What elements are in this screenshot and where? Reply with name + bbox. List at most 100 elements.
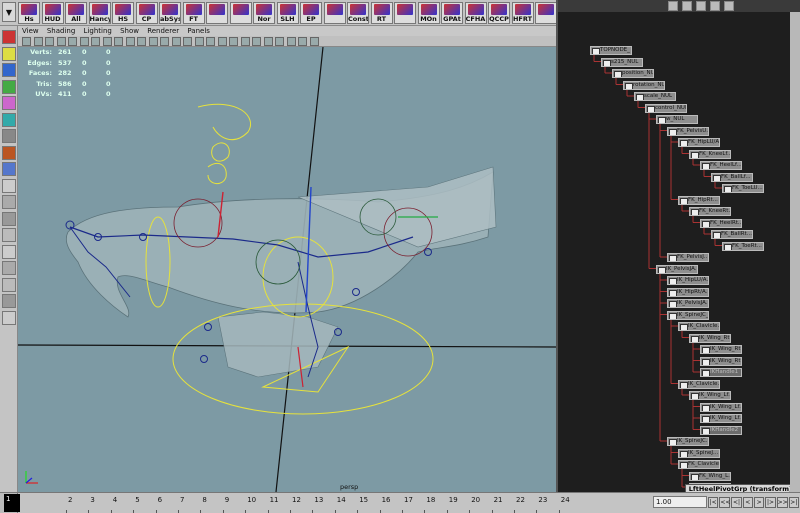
- hypergraph-node[interactable]: IK_Wing_Lf...: [700, 414, 742, 423]
- hypergraph-node[interactable]: IK_SpineJ...: [678, 448, 720, 458]
- tool-icon-5[interactable]: [2, 112, 16, 127]
- panel-tool-icon-21[interactable]: [263, 37, 273, 46]
- shelf-button-19[interactable]: CFHA: [464, 2, 487, 24]
- hypergraph-node[interactable]: IK_SpineJC...: [667, 437, 709, 446]
- menu-renderer[interactable]: Renderer: [147, 27, 179, 35]
- hypergraph-node[interactable]: FK_HipRt...: [678, 195, 720, 205]
- panel-tool-icon-3[interactable]: [56, 37, 66, 46]
- shelf-button-13[interactable]: [323, 2, 346, 24]
- shelf-button-1[interactable]: HUD: [41, 2, 64, 24]
- hypergraph-node[interactable]: FK_HipLU/A...: [678, 138, 720, 147]
- hypergraph-node[interactable]: IKHandle2: [700, 425, 742, 435]
- menu-shading[interactable]: Shading: [47, 27, 75, 35]
- shelf-button-6[interactable]: abSys: [159, 2, 181, 24]
- panel-tool-icon-24[interactable]: [298, 37, 307, 46]
- hypergraph-node[interactable]: s215_NUL: [601, 57, 643, 67]
- panel-tool-icon-7[interactable]: [102, 37, 112, 46]
- shelf-button-20[interactable]: QCCP: [488, 2, 510, 24]
- playback-button-4[interactable]: >: [753, 497, 765, 508]
- playback-button-2[interactable]: <|: [731, 497, 742, 508]
- perspective-viewport[interactable]: Verts: 261 0 0 Edges: 537 0 0 Faces: 282…: [18, 47, 556, 492]
- tool-icon-13[interactable]: [2, 244, 16, 259]
- tool-icon-15[interactable]: [2, 277, 16, 292]
- playback-button-3[interactable]: <: [742, 497, 753, 508]
- panel-tool-icon-16[interactable]: [206, 37, 215, 46]
- shelf-button-12[interactable]: EP: [300, 2, 322, 24]
- hypergraph-node[interactable]: IK_Wing_Rt...: [700, 356, 742, 366]
- hypergraph-node[interactable]: IK_Wing_Lf...: [689, 391, 731, 400]
- hypergraph-node[interactable]: IK_PelvisJA...: [667, 299, 709, 308]
- tool-icon-8[interactable]: [2, 162, 16, 176]
- panel-tool-icon-18[interactable]: [229, 37, 238, 46]
- playback-button-1[interactable]: <<: [719, 497, 730, 508]
- panel-tool-icon-8[interactable]: [114, 37, 123, 46]
- panel-tool-icon-20[interactable]: [252, 37, 261, 46]
- hypergraph-node[interactable]: scale_NUL: [634, 92, 676, 101]
- tool-icon-7[interactable]: [2, 145, 16, 160]
- hypergraph-node[interactable]: position_NUL: [612, 69, 654, 78]
- hypergraph-node[interactable]: IK_Clavicle...: [678, 379, 720, 389]
- panel-tool-icon-17[interactable]: [217, 37, 227, 46]
- tool-icon-6[interactable]: [2, 129, 16, 143]
- tool-icon-0[interactable]: [2, 30, 16, 44]
- shelf-button-3[interactable]: Hancy: [88, 2, 111, 24]
- panel-tool-icon-11[interactable]: [148, 37, 158, 46]
- panel-tool-icon-25[interactable]: [309, 37, 319, 46]
- tool-icon-2[interactable]: [2, 63, 16, 77]
- shelf-button-17[interactable]: MOn: [417, 2, 440, 24]
- shelf-button-7[interactable]: FT: [182, 2, 205, 24]
- menu-panels[interactable]: Panels: [187, 27, 210, 35]
- tool-icon-4[interactable]: [2, 96, 16, 110]
- hypergraph-node[interactable]: IK_HipLU/A...: [667, 276, 709, 285]
- tool-icon-17[interactable]: [2, 310, 16, 325]
- hypergraph-node[interactable]: FK_KneeRt...: [689, 207, 731, 216]
- hypergraph-node[interactable]: IK_Wing_Lf...: [700, 402, 742, 412]
- shelf-button-16[interactable]: [394, 2, 416, 24]
- hypergraph-node[interactable]: rotation_NUL: [623, 80, 665, 90]
- shelf-button-11[interactable]: SLH: [276, 2, 299, 24]
- panel-tool-icon-23[interactable]: [286, 37, 296, 46]
- shelf-button-4[interactable]: HS: [112, 2, 134, 24]
- current-frame-field[interactable]: 1.00: [653, 496, 707, 508]
- panel-tool-icon-0[interactable]: [22, 37, 31, 46]
- panel-tool-icon-4[interactable]: [68, 37, 77, 46]
- tool-icon-14[interactable]: [2, 261, 16, 275]
- tool-icon-3[interactable]: [2, 79, 16, 94]
- panel-tool-icon-12[interactable]: [160, 37, 169, 46]
- panel-tool-icon-1[interactable]: [33, 37, 43, 46]
- panel-tool-icon-13[interactable]: [171, 37, 181, 46]
- panel-tool-icon-15[interactable]: [194, 37, 204, 46]
- shelf-button-18[interactable]: GPAt: [441, 2, 463, 24]
- panel-tool-icon-6[interactable]: [91, 37, 100, 46]
- hypergraph-node[interactable]: FK_PelvisU...: [667, 126, 709, 136]
- hypergraph-node[interactable]: IK_Wing_Rt...: [689, 333, 731, 343]
- hypergraph-node[interactable]: FK_BallRt...: [711, 230, 753, 239]
- shelf-button-0[interactable]: Hs: [18, 2, 40, 24]
- hypergraph-node[interactable]: IK_HipRt/A...: [667, 287, 709, 297]
- playback-button-0[interactable]: |<: [708, 497, 719, 508]
- hypergraph-node[interactable]: IK_SpineJC_1: [667, 310, 709, 320]
- hypergraph-node[interactable]: IK_Wing_Rt...: [700, 345, 742, 354]
- tool-icon-12[interactable]: [2, 228, 16, 242]
- shelf-button-2[interactable]: All: [65, 2, 87, 24]
- right-scroll-strip[interactable]: [790, 12, 800, 492]
- hypergraph-node[interactable]: IK_Clavicle...: [678, 322, 720, 331]
- shelf-button-15[interactable]: RT: [370, 2, 393, 24]
- shelf-button-10[interactable]: Nor: [253, 2, 275, 24]
- time-slider[interactable]: 1 2 3 4 5 6 7 8 9 10 11 12 13 14 15 16 17 18 19 20 21 22 23 24…: [0, 492, 800, 513]
- panel-tool-icon-22[interactable]: [275, 37, 284, 46]
- playback-button-7[interactable]: >|: [788, 497, 799, 508]
- shelf-button-5[interactable]: CP: [135, 2, 158, 24]
- menu-lighting[interactable]: Lighting: [84, 27, 112, 35]
- hypergraph-node[interactable]: TOPNODE_: [590, 46, 632, 55]
- shelf-button-9[interactable]: [229, 2, 252, 24]
- tool-icon-16[interactable]: [2, 294, 16, 308]
- hypergraph-node[interactable]: control_NUL: [645, 103, 687, 113]
- tool-icon-9[interactable]: [2, 178, 16, 193]
- playback-button-6[interactable]: >>: [776, 497, 788, 508]
- hypergraph-node[interactable]: FK_Wing_L...: [689, 471, 731, 481]
- tool-icon-1[interactable]: [2, 46, 16, 61]
- tool-icon-11[interactable]: [2, 211, 16, 226]
- hypergraph-node[interactable]: FK_ToeRt...: [722, 241, 764, 251]
- hypergraph-node[interactable]: FK_KneeLf...: [689, 149, 731, 159]
